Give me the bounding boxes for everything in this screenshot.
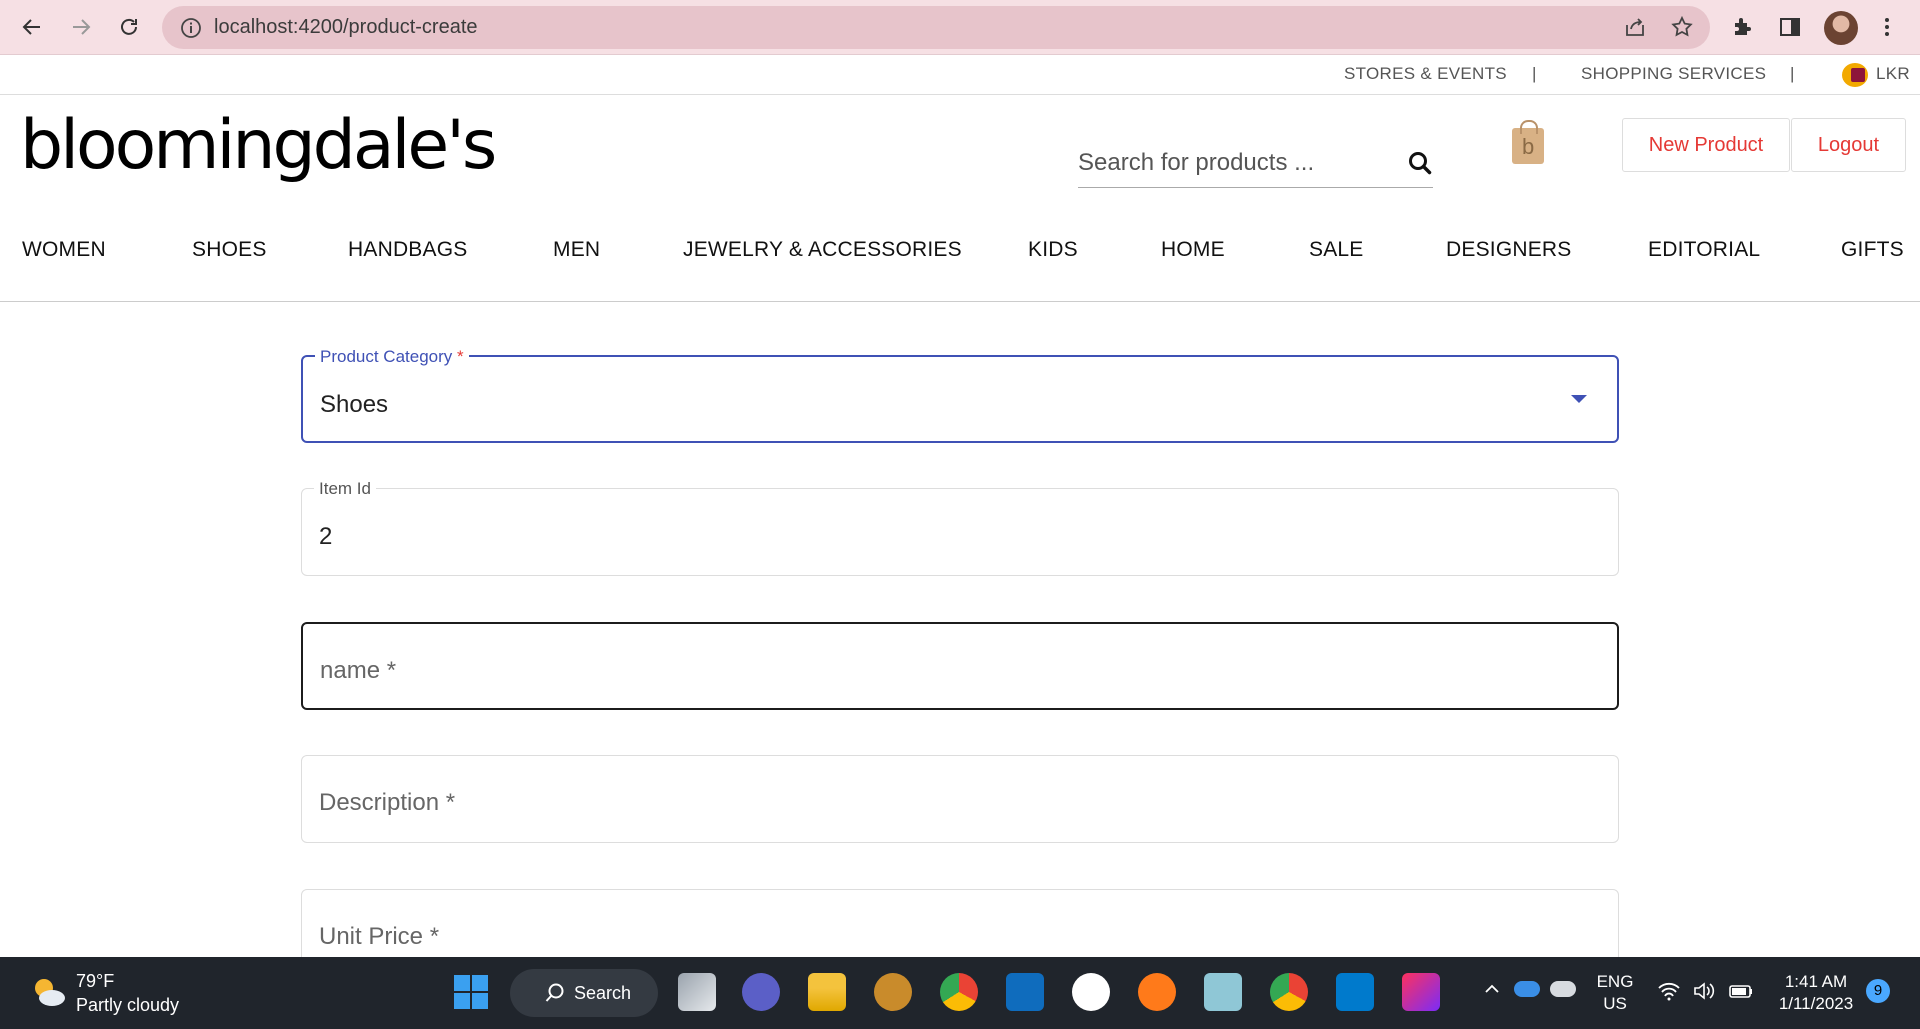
forward-arrow-icon[interactable] [64,10,98,44]
nav-item-editorial[interactable]: EDITORIAL [1648,238,1760,262]
windows-taskbar: 79°F Partly cloudy Search ENG US 1:41 AM… [0,957,1920,1029]
profile-avatar[interactable] [1824,11,1858,45]
extensions-puzzle-icon[interactable] [1728,12,1758,42]
app-character-icon[interactable] [874,973,912,1011]
utility-bar: STORES & EVENTS | SHOPPING SERVICES | LK… [0,55,1920,95]
windows-start-icon[interactable] [452,973,490,1011]
taskbar-search-label: Search [574,982,632,1003]
reload-icon[interactable] [112,10,146,44]
battery-icon[interactable] [1728,981,1754,1001]
back-arrow-icon[interactable] [15,10,49,44]
shopping-bag-icon[interactable]: b [1512,120,1544,164]
file-explorer-icon[interactable] [808,973,846,1011]
site-info-icon[interactable] [180,17,202,39]
search-input[interactable] [1078,146,1378,180]
currency-label[interactable]: LKR [1876,64,1910,84]
separator: | [1790,64,1795,83]
outlook-icon[interactable] [1006,973,1044,1011]
search-icon[interactable] [1407,150,1433,176]
language-bottom: US [1603,994,1627,1013]
new-product-button[interactable]: New Product [1622,118,1790,172]
language-top: ENG [1596,972,1634,991]
url-text[interactable]: localhost:4200/product-create [214,16,478,39]
vpn-shield-icon[interactable] [1138,973,1176,1011]
name-placeholder: name * [320,657,397,684]
weather-condition[interactable]: Partly cloudy [76,995,179,1016]
shopping-services-link[interactable]: SHOPPING SERVICES [1581,64,1766,84]
wifi-icon[interactable] [1657,981,1681,1001]
stores-events-link[interactable]: STORES & EVENTS [1344,64,1507,84]
item-id-label: Item Id [314,479,376,499]
chrome-profile-icon[interactable] [1270,973,1308,1011]
app-generic-icon[interactable] [1204,973,1242,1011]
nav-item-kids[interactable]: KIDS [1028,238,1078,262]
onedrive-icon[interactable] [1514,981,1540,997]
search-box [1078,140,1433,188]
share-icon[interactable] [1620,12,1650,42]
notification-badge[interactable]: 9 [1866,979,1890,1003]
item-id-field[interactable]: Item Id 2 [301,479,1619,576]
language-indicator[interactable]: ENG US [1596,971,1634,1015]
nav-item-jewelry-accessories[interactable]: JEWELRY & ACCESSORIES [683,238,962,262]
chrome-icon[interactable] [940,973,978,1011]
taskbar-search[interactable]: Search [510,969,658,1017]
xbox-icon[interactable] [1072,973,1110,1011]
separator: | [1532,64,1537,83]
address-bar[interactable]: localhost:4200/product-create [162,6,1710,49]
weather-temperature[interactable]: 79°F [76,971,114,992]
taskbar-search-icon [545,983,564,1002]
dropdown-arrow-icon[interactable] [1571,395,1587,403]
vscode-icon[interactable] [1336,973,1374,1011]
description-field[interactable]: Description * [301,755,1619,843]
nav-item-handbags[interactable]: HANDBAGS [348,238,467,262]
clock-date: 1/11/2023 [1778,994,1854,1013]
teams-chat-icon[interactable] [742,973,780,1011]
volume-icon[interactable] [1692,981,1716,1001]
task-view-icon[interactable] [678,973,716,1011]
side-panel-icon[interactable] [1775,12,1805,42]
nav-item-shoes[interactable]: SHOES [192,238,267,262]
nav-item-women[interactable]: WOMEN [22,238,106,262]
category-nav: WOMEN SHOES HANDBAGS MEN JEWELRY & ACCES… [0,232,1920,302]
name-field[interactable]: name * [301,622,1619,710]
logout-button[interactable]: Logout [1791,118,1906,172]
unit-price-placeholder: Unit Price * [319,923,440,950]
nav-item-designers[interactable]: DESIGNERS [1446,238,1572,262]
product-category-select[interactable]: Product Category * Shoes [301,347,1619,443]
cloud-icon[interactable] [1550,981,1576,997]
nav-item-gifts[interactable]: GIFTS [1841,238,1904,262]
description-placeholder: Description * [319,789,456,816]
browser-toolbar: localhost:4200/product-create [0,0,1920,55]
product-category-value: Shoes [320,391,389,418]
intellij-icon[interactable] [1402,973,1440,1011]
nav-item-home[interactable]: HOME [1161,238,1225,262]
more-menu-icon[interactable] [1872,12,1902,42]
clock[interactable]: 1:41 AM 1/11/2023 [1778,971,1854,1015]
brand-logo[interactable]: bloomingdale's [20,112,497,180]
chevron-up-icon[interactable] [1482,979,1502,1005]
nav-item-sale[interactable]: SALE [1309,238,1364,262]
bag-letter: b [1522,134,1535,159]
nav-item-men[interactable]: MEN [553,238,600,262]
bookmark-star-icon[interactable] [1667,12,1697,42]
product-category-label: Product Category * [315,347,469,367]
weather-partly-cloudy-icon[interactable] [28,972,68,1012]
clock-time: 1:41 AM [1784,972,1848,991]
item-id-value: 2 [319,523,333,550]
sri-lanka-flag-icon[interactable] [1842,63,1868,87]
